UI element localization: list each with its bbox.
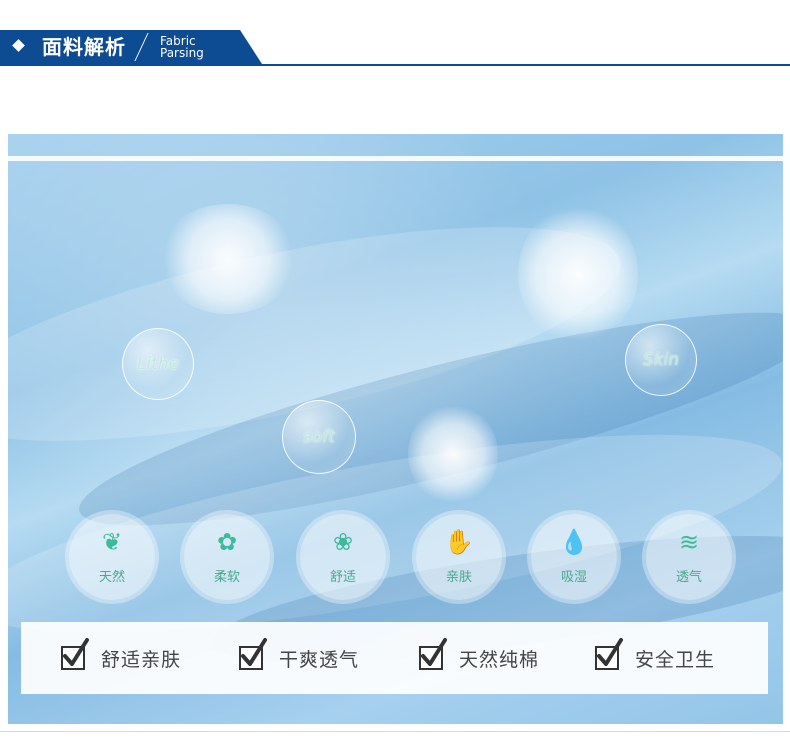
feature-label: 舒适亲肤 bbox=[101, 648, 182, 671]
feature-item: 舒适亲肤 bbox=[61, 638, 182, 674]
feature-label: 天然纯棉 bbox=[459, 648, 540, 671]
section-title: 面料解析 bbox=[42, 35, 126, 59]
water-drops-icon: 💧 bbox=[559, 528, 589, 556]
checkmark-icon bbox=[61, 638, 89, 670]
badge-natural: ❦ 天然 bbox=[69, 514, 155, 600]
flower-icon: ❀ bbox=[332, 528, 354, 556]
badge-label: 透气 bbox=[675, 570, 702, 585]
bubble-skin: Skin bbox=[625, 324, 697, 396]
checkmark-icon bbox=[595, 638, 623, 670]
badge-moisture: 💧 吸湿 bbox=[531, 514, 617, 600]
cotton-cloud bbox=[408, 404, 498, 504]
bubble-soft: soft bbox=[282, 400, 356, 474]
subtitle-line-2: Parsing bbox=[160, 46, 204, 60]
feature-strip: 舒适亲肤 干爽透气 天然纯棉 安全卫生 bbox=[21, 622, 768, 694]
feature-label: 安全卫生 bbox=[635, 648, 716, 671]
cotton-cloud bbox=[518, 204, 638, 344]
badge-label: 舒适 bbox=[329, 570, 356, 585]
checkmark-icon bbox=[419, 638, 447, 670]
badge-label: 柔软 bbox=[213, 570, 240, 585]
hand-icon: ✋ bbox=[444, 528, 474, 556]
feature-item: 天然纯棉 bbox=[419, 638, 540, 674]
header-banner bbox=[0, 30, 262, 64]
air-wave-icon: ≋ bbox=[678, 528, 700, 556]
cotton-cloud bbox=[158, 204, 298, 314]
badge-label: 天然 bbox=[98, 570, 125, 585]
badge-label: 吸湿 bbox=[560, 570, 587, 585]
badge-comfort: ❀ 舒适 bbox=[300, 514, 386, 600]
checkmark-icon bbox=[239, 638, 267, 670]
footer-divider bbox=[0, 731, 790, 732]
badge-label: 亲肤 bbox=[445, 570, 472, 585]
cotton-flower-icon: ✿ bbox=[216, 528, 238, 556]
section-header: 面料解析 Fabric Parsing bbox=[0, 0, 790, 70]
feature-item: 安全卫生 bbox=[595, 638, 716, 674]
bubble-lithe: Lithe bbox=[122, 328, 194, 400]
feature-item: 干爽透气 bbox=[239, 638, 360, 674]
badge-breathable: ≋ 透气 bbox=[646, 514, 732, 600]
photo-highlight-stripe bbox=[8, 156, 783, 161]
header-divider bbox=[0, 64, 790, 66]
section-subtitle: Fabric Parsing bbox=[160, 35, 204, 59]
feature-label: 干爽透气 bbox=[279, 648, 360, 671]
sprout-icon: ❦ bbox=[101, 528, 123, 556]
badge-skin-friendly: ✋ 亲肤 bbox=[416, 514, 502, 600]
badge-soft: ✿ 柔软 bbox=[184, 514, 270, 600]
